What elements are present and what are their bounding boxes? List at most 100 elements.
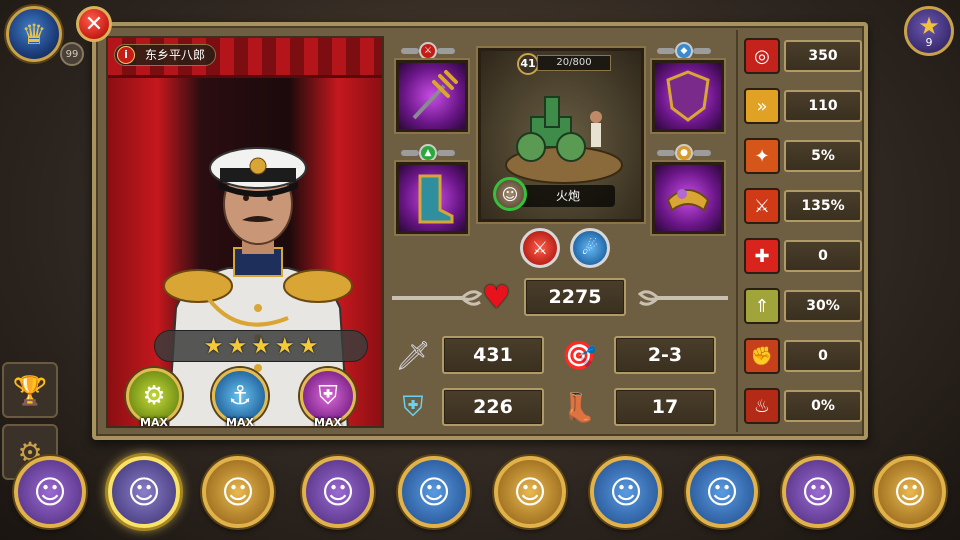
star-icon: ★ [227,333,248,359]
star-badge[interactable]: ★ 9 [904,6,954,56]
range-value: 2-3 [614,336,716,374]
stat-row-crit-damage: ⚔ 135% [744,188,862,224]
shield-armor-icon [666,70,710,122]
hero-face-icon: ☺ [127,473,161,511]
sword-type-icon: ⚔ [419,42,437,60]
hp-value: 2275 [524,278,626,316]
trophy-icon: 🏆 [12,373,48,407]
heal-icon: ✚ [744,238,780,274]
crown-icon[interactable]: ♛ [6,6,62,62]
defense-value: 226 [442,388,544,426]
left-ornament [392,290,482,306]
equip-slot-boots[interactable] [396,162,468,234]
hero-portrait-9[interactable]: ☺ [782,456,854,528]
stat-value: 135% [784,190,862,222]
crown-ring-icon [666,189,710,212]
hero-portrait-8[interactable]: ☺ [686,456,758,528]
anchor-icon: ⚓ [228,381,252,411]
general-detail-panel: i 东乡平八郎 ★ ★ ★ ★ ★ ⚙ MAX ⚓ MAX ⛨ MAX ⚔ ▲ … [92,22,868,440]
skill-cannon[interactable]: ⚙ MAX [126,368,182,426]
hero-face-icon: ☺ [221,473,255,511]
crit-icon: ✦ [744,138,780,174]
unit-commander-avatar: ☺ [493,177,527,211]
stat-row-accuracy: ◎ 350 [744,38,862,74]
trophy-button[interactable]: 🏆 [2,362,58,418]
hero-portrait-4[interactable]: ☺ [302,456,374,528]
crit-damage-icon: ⚔ [744,188,780,224]
speed-value: 17 [614,388,716,426]
stat-row-crit: ✦ 5% [744,138,862,174]
shield-type-icon: ◆ [675,42,693,60]
stat-row-heal: ✚ 0 [744,238,862,274]
hero-face-icon: ☺ [321,473,355,511]
close-button[interactable]: ✕ [76,6,112,42]
right-ornament [638,290,728,306]
stat-value: 30% [784,290,862,322]
unit-skill-1[interactable]: ⚔ [520,228,560,268]
shield-icon: ⛨ [318,380,338,411]
skill-max-label: MAX [314,416,342,428]
attack-sword-icon: 🗡 [395,338,431,372]
hp-row: ♥ 2275 [392,276,728,320]
hero-portrait-6[interactable]: ☺ [494,456,566,528]
hero-portrait-7[interactable]: ☺ [590,456,662,528]
hero-selector-bar: ☺ ☺ ☺ ☺ ☺ ☺ ☺ ☺ ☺ ☺ [0,444,960,540]
wheel-cannon-icon: ⚙ [142,381,166,411]
hero-portrait-2[interactable]: ☺ [108,456,180,528]
general-star-rating: ★ ★ ★ ★ ★ [154,330,368,362]
hero-portrait-10[interactable]: ☺ [874,456,946,528]
weapon-slot-badge: ⚔ [398,42,458,60]
hero-face-icon: ☺ [705,473,739,511]
armor-slot-badge: ◆ [654,42,714,60]
hero-face-icon: ☺ [609,473,643,511]
fireball-icon: ☄ [581,237,599,259]
heart-icon: ♥ [482,278,511,316]
stat-row-speed: » 110 [744,88,862,124]
hero-face-icon: ☺ [417,473,451,511]
hero-portrait-1[interactable]: ☺ [14,456,86,528]
star-icon: ★ [274,333,295,359]
hero-face-icon: ☺ [801,473,835,511]
hero-portrait-5[interactable]: ☺ [398,456,470,528]
hero-face-icon: ☺ [33,473,67,511]
fire-figure-icon: ♨ [744,388,780,424]
defense-shield-icon: ⛨ [402,390,424,423]
star-icon: ★ [251,333,271,359]
boot-type-icon: ▲ [419,144,437,162]
skill-anchor[interactable]: ⚓ MAX [212,368,268,426]
general-name-tag: i 东乡平八郎 [114,44,217,66]
stat-row-fire: ♨ 0% [744,388,862,424]
skill-max-label: MAX [226,416,254,428]
skill-shield[interactable]: ⛨ MAX [300,368,356,426]
stat-value: 110 [784,90,862,122]
info-icon[interactable]: i [117,46,135,64]
equip-slot-weapon[interactable] [396,60,468,132]
stat-value: 0 [784,240,862,272]
equip-slot-accessory[interactable] [652,162,724,234]
star-count: 9 [925,35,933,49]
stat-value: 0% [784,390,862,422]
star-icon: ★ [203,333,224,359]
stat-value: 0 [784,340,862,372]
star-icon: ★ [918,11,940,40]
attack-value: 431 [442,336,544,374]
ring-type-icon: ● [675,144,693,162]
unit-skill-2[interactable]: ☄ [570,228,610,268]
stat-value: 5% [784,140,862,172]
equipment-area: ⚔ ▲ 41 20/800 ☺ 火炮 ◆ ● ⚔ ☄ [392,36,728,268]
skill-max-label: MAX [140,416,168,428]
unit-skill-row: ⚔ ☄ [490,228,640,272]
stat-row-rank: ⇑ 30% [744,288,862,324]
trident-icon [412,70,458,120]
player-level-badge: 99 [60,42,84,66]
fist-icon: ✊ [744,338,780,374]
boots-slot-badge: ▲ [398,144,458,162]
unit-display[interactable]: 41 20/800 ☺ 火炮 [478,48,644,222]
equip-slot-armor[interactable] [652,60,724,132]
rank-up-icon: ⇑ [744,288,780,324]
stat-value: 350 [784,40,862,72]
stat-row-power: ✊ 0 [744,338,862,374]
general-portrait: i 东乡平八郎 ★ ★ ★ ★ ★ ⚙ MAX ⚓ MAX ⛨ MAX [106,36,384,428]
general-name: 东乡平八郎 [145,48,206,62]
hero-portrait-3[interactable]: ☺ [202,456,274,528]
